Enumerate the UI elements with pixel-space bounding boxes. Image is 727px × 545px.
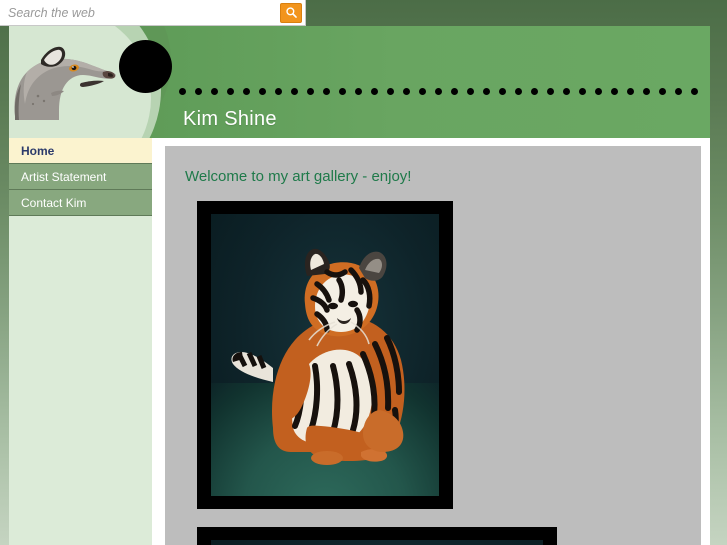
greyhound-dog-illustration-icon bbox=[14, 46, 116, 120]
banner-black-circle bbox=[119, 40, 172, 93]
artwork-tiger-image bbox=[211, 214, 439, 496]
content-columns: Home Artist Statement Contact Kim Welcom… bbox=[9, 138, 710, 545]
sidebar-item-label: Artist Statement bbox=[21, 169, 107, 184]
search-input[interactable] bbox=[0, 0, 280, 25]
sidebar-item-home[interactable]: Home bbox=[9, 138, 152, 164]
search-button[interactable] bbox=[280, 2, 302, 23]
sidebar-item-contact-kim[interactable]: Contact Kim bbox=[9, 190, 152, 216]
sidebar-navigation: Home Artist Statement Contact Kim bbox=[9, 138, 153, 545]
web-search-bar[interactable] bbox=[0, 0, 306, 26]
artwork-second-frame[interactable] bbox=[197, 527, 557, 545]
welcome-heading: Welcome to my art gallery - enjoy! bbox=[185, 168, 412, 185]
sidebar-item-label: Home bbox=[21, 143, 55, 158]
page-title: Kim Shine bbox=[183, 108, 277, 130]
sidebar-item-artist-statement[interactable]: Artist Statement bbox=[9, 164, 152, 190]
artwork-second-image bbox=[211, 540, 543, 545]
gallery-panel: Welcome to my art gallery - enjoy! bbox=[165, 146, 701, 545]
search-icon bbox=[285, 7, 297, 18]
sidebar-filler bbox=[9, 216, 152, 545]
site-frame: Kim Shine Home Artist Statement Contact … bbox=[9, 26, 710, 545]
artwork-tiger-frame[interactable] bbox=[197, 201, 453, 509]
tiger-painting-icon bbox=[231, 248, 405, 465]
main-content: Welcome to my art gallery - enjoy! bbox=[153, 138, 710, 545]
banner-dotted-rule bbox=[179, 84, 710, 98]
site-banner: Kim Shine bbox=[9, 26, 710, 138]
sidebar-item-label: Contact Kim bbox=[21, 195, 87, 210]
